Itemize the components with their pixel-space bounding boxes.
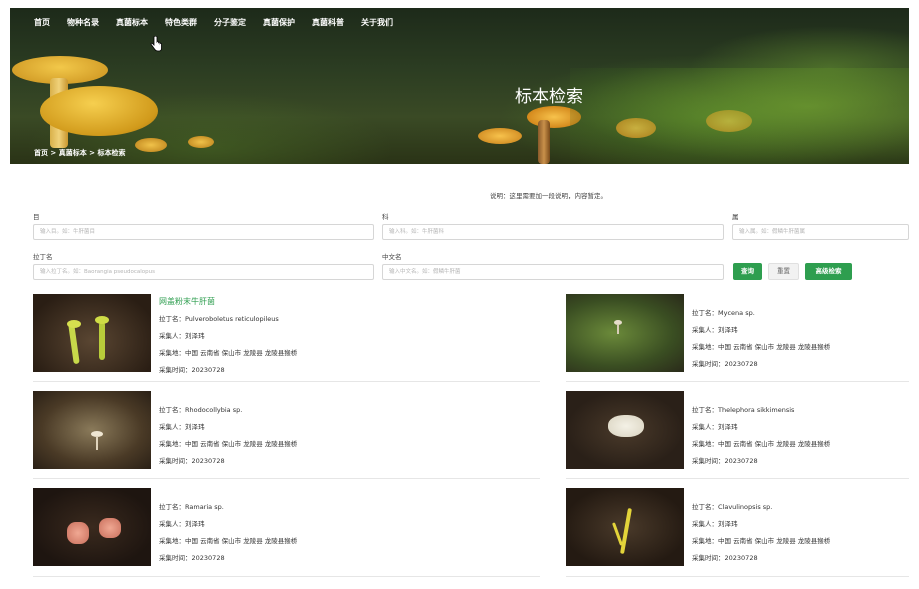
mushroom-stem — [99, 322, 105, 360]
nav-species-list[interactable]: 物种名录 — [67, 17, 99, 28]
specimen-photo[interactable] — [33, 294, 151, 372]
row-divider — [33, 576, 540, 577]
specimen-collector: 采集人：刘泽玮 — [692, 520, 738, 528]
specimen-location: 采集地：中国 云南省 保山市 龙陵县 龙陵县猴桥 — [692, 343, 831, 351]
fungus-body — [99, 518, 121, 538]
description-text: 说明：这里需要加一段说明，内容暂定。 — [490, 192, 607, 200]
specimen-collector: 采集人：刘泽玮 — [159, 423, 205, 431]
hand-cursor-icon — [150, 36, 162, 52]
reset-button[interactable]: 重置 — [768, 263, 799, 280]
latin-name-input[interactable]: 输入拉丁名。如：Baorangia pseudocalopus — [33, 264, 374, 280]
specimen-photo[interactable] — [566, 391, 684, 469]
genus-label: 属 — [732, 213, 739, 221]
row-divider — [33, 381, 540, 382]
specimen-card[interactable]: 拉丁名：Mycena sp. 采集人：刘泽玮 采集地：中国 云南省 保山市 龙陵… — [566, 294, 909, 384]
specimen-location: 采集地：中国 云南省 保山市 龙陵县 龙陵县猴桥 — [159, 349, 298, 357]
genus-input[interactable]: 输入属。如：假鳞牛肝菌属 — [732, 224, 909, 240]
specimen-photo[interactable] — [33, 391, 151, 469]
specimen-date: 采集时间：20230728 — [159, 554, 225, 562]
mushroom-cap-2 — [40, 86, 158, 136]
mushroom-cap-6 — [478, 128, 522, 144]
breadcrumb[interactable]: 首页 > 真菌标本 > 标本检索 — [34, 148, 125, 158]
specimen-card[interactable]: 网盖粉末牛肝菌 拉丁名：Pulveroboletus reticulopileu… — [33, 294, 540, 384]
nav-home[interactable]: 首页 — [34, 17, 50, 28]
specimen-card[interactable]: 拉丁名：Rhodocollybia sp. 采集人：刘泽玮 采集地：中国 云南省… — [33, 391, 540, 481]
specimen-date: 采集时间：20230728 — [692, 554, 758, 562]
mushroom-cap — [67, 320, 81, 328]
fungus-body — [608, 415, 644, 437]
advanced-search-button[interactable]: 高级检索 — [805, 263, 852, 280]
hero-banner: 首页 物种名录 真菌标本 特色类群 分子鉴定 真菌保护 真菌科普 关于我们 标本… — [10, 8, 909, 164]
specimen-location: 采集地：中国 云南省 保山市 龙陵县 龙陵县猴桥 — [159, 440, 298, 448]
row-divider — [566, 381, 909, 382]
row-divider — [33, 478, 540, 479]
specimen-latin: 拉丁名：Ramaria sp. — [159, 503, 224, 511]
nav-science[interactable]: 真菌科普 — [312, 17, 344, 28]
nav-specimens[interactable]: 真菌标本 — [116, 17, 148, 28]
specimen-photo[interactable] — [33, 488, 151, 566]
mushroom-stem-5 — [538, 120, 550, 164]
specimen-collector: 采集人：刘泽玮 — [692, 423, 738, 431]
row-divider — [566, 576, 909, 577]
order-label: 目 — [33, 213, 40, 221]
specimen-date: 采集时间：20230728 — [692, 360, 758, 368]
nav-molecular-id[interactable]: 分子鉴定 — [214, 17, 246, 28]
specimen-latin: 拉丁名：Rhodocollybia sp. — [159, 406, 243, 414]
fungus-body — [620, 508, 632, 554]
mushroom-stem — [68, 323, 80, 365]
mushroom-cap — [95, 316, 109, 324]
specimen-location: 采集地：中国 云南省 保山市 龙陵县 龙陵县猴桥 — [692, 537, 831, 545]
specimen-latin: 拉丁名：Clavulinopsis sp. — [692, 503, 773, 511]
specimen-card[interactable]: 拉丁名：Thelephora sikkimensis 采集人：刘泽玮 采集地：中… — [566, 391, 909, 481]
specimen-date: 采集时间：20230728 — [159, 366, 225, 374]
specimen-collector: 采集人：刘泽玮 — [692, 326, 738, 334]
specimen-date: 采集时间：20230728 — [159, 457, 225, 465]
chinese-name-input[interactable]: 输入中文名。如：假鳞牛肝菌 — [382, 264, 724, 280]
specimen-photo[interactable] — [566, 488, 684, 566]
specimen-card[interactable]: 拉丁名：Clavulinopsis sp. 采集人：刘泽玮 采集地：中国 云南省… — [566, 488, 909, 578]
specimen-photo[interactable] — [566, 294, 684, 372]
mushroom-stem — [96, 436, 98, 450]
family-label: 科 — [382, 213, 389, 221]
specimen-card[interactable]: 拉丁名：Ramaria sp. 采集人：刘泽玮 采集地：中国 云南省 保山市 龙… — [33, 488, 540, 578]
chinese-name-label: 中文名 — [382, 253, 402, 261]
page-title: 标本检索 — [515, 87, 583, 107]
specimen-collector: 采集人：刘泽玮 — [159, 332, 205, 340]
fungus-body — [67, 522, 89, 544]
nav-about[interactable]: 关于我们 — [361, 17, 393, 28]
search-button[interactable]: 查询 — [733, 263, 762, 280]
specimen-name-link[interactable]: 网盖粉末牛肝菌 — [159, 298, 215, 306]
specimen-collector: 采集人：刘泽玮 — [159, 520, 205, 528]
specimen-date: 采集时间：20230728 — [692, 457, 758, 465]
order-input[interactable]: 输入目。如：牛肝菌目 — [33, 224, 374, 240]
nav-featured-groups[interactable]: 特色类群 — [165, 17, 197, 28]
latin-name-label: 拉丁名 — [33, 253, 53, 261]
mushroom-cap-4 — [188, 136, 214, 148]
family-input[interactable]: 输入科。如：牛肝菌科 — [382, 224, 724, 240]
nav-conservation[interactable]: 真菌保护 — [263, 17, 295, 28]
specimen-latin: 拉丁名：Pulveroboletus reticulopileus — [159, 315, 279, 323]
specimen-latin: 拉丁名：Mycena sp. — [692, 309, 755, 317]
mushroom-stem — [617, 324, 619, 334]
top-nav: 首页 物种名录 真菌标本 特色类群 分子鉴定 真菌保护 真菌科普 关于我们 — [10, 8, 909, 36]
fungus-body — [611, 522, 624, 546]
specimen-latin: 拉丁名：Thelephora sikkimensis — [692, 406, 795, 414]
mushroom-cap-3 — [135, 138, 167, 152]
moss-layer — [570, 68, 909, 164]
row-divider — [566, 478, 909, 479]
specimen-location: 采集地：中国 云南省 保山市 龙陵县 龙陵县猴桥 — [159, 537, 298, 545]
specimen-location: 采集地：中国 云南省 保山市 龙陵县 龙陵县猴桥 — [692, 440, 831, 448]
